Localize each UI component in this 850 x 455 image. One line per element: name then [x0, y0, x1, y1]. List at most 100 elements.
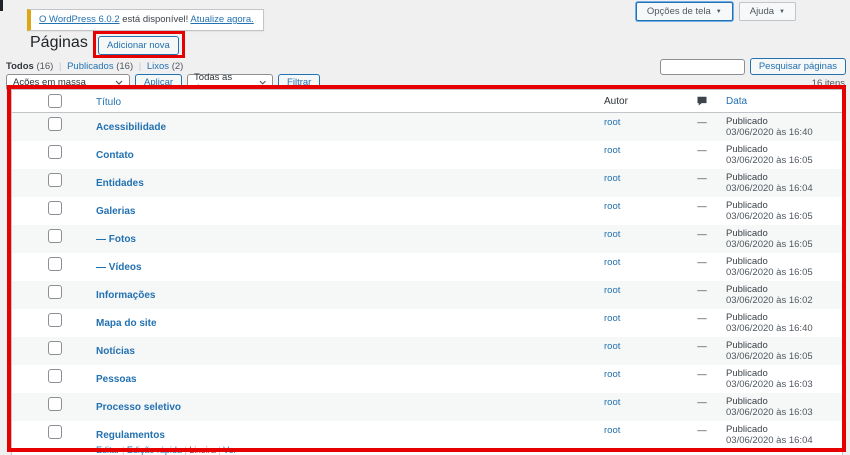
author-link[interactable]: root — [604, 117, 620, 128]
row-date-cell: Publicado03/06/2020 às 16:05 — [723, 141, 833, 169]
row-check-cell — [12, 225, 84, 253]
page-title-link[interactable]: Notícias — [96, 346, 135, 357]
row-title-cell: Notícias — [84, 337, 596, 365]
row-author-cell: root — [596, 253, 681, 281]
no-comments-dash: — — [697, 285, 707, 296]
author-link[interactable]: root — [604, 173, 620, 184]
row-actions-separator: | — [120, 445, 127, 455]
wordpress-pages-screen: O WordPress 6.0.2 está disponível! Atual… — [0, 0, 850, 455]
pages-table-header: Título Autor Data — [12, 90, 842, 113]
table-row: Processo seletivoroot—Publicado03/06/202… — [12, 393, 842, 421]
sort-by-date-link[interactable]: Data — [726, 96, 747, 107]
row-date-cell: Publicado03/06/2020 às 16:03 — [723, 365, 833, 393]
row-check-cell — [12, 337, 84, 365]
author-link[interactable]: root — [604, 145, 620, 156]
publish-date: 03/06/2020 às 16:40 — [726, 127, 813, 138]
row-check-cell — [12, 281, 84, 309]
row-title-cell: Galerias — [84, 197, 596, 225]
page-title-link[interactable]: Contato — [96, 150, 134, 161]
row-date-cell: Publicado03/06/2020 às 16:05 — [723, 337, 833, 365]
row-comments-cell: — — [681, 365, 723, 393]
update-now-link[interactable]: Atualize agora. — [190, 14, 253, 25]
search-pages-input[interactable] — [660, 59, 745, 75]
select-all-checkbox[interactable] — [48, 94, 62, 108]
table-row: Informaçõesroot—Publicado03/06/2020 às 1… — [12, 281, 842, 309]
help-button[interactable]: Ajuda ▼ — [739, 2, 796, 21]
row-comments-cell: — — [681, 197, 723, 225]
author-link[interactable]: root — [604, 425, 620, 436]
view-filter-publicados[interactable]: Publicados (16) — [67, 61, 133, 72]
view-filter-lixos[interactable]: Lixos (2) — [147, 61, 183, 72]
page-title-link[interactable]: Galerias — [96, 206, 135, 217]
row-checkbox[interactable] — [48, 397, 62, 411]
row-title-cell: Acessibilidade — [84, 113, 596, 141]
publish-status: Publicado — [726, 228, 833, 239]
row-checkbox[interactable] — [48, 145, 62, 159]
author-link[interactable]: root — [604, 201, 620, 212]
page-title-link[interactable]: Processo seletivo — [96, 402, 181, 413]
quick-edit-link[interactable]: Edição rápida — [127, 445, 182, 455]
author-link[interactable]: root — [604, 257, 620, 268]
page-title-link[interactable]: Regulamentos — [96, 430, 165, 441]
row-check-cell — [12, 421, 84, 455]
row-checkbox[interactable] — [48, 425, 62, 439]
row-title-cell: — Vídeos — [84, 253, 596, 281]
row-date-cell: Publicado03/06/2020 às 16:05 — [723, 225, 833, 253]
row-checkbox[interactable] — [48, 285, 62, 299]
table-row: — Fotosroot—Publicado03/06/2020 às 16:05 — [12, 225, 842, 253]
page-title-link[interactable]: Informações — [96, 290, 155, 301]
row-author-cell: root — [596, 337, 681, 365]
row-checkbox[interactable] — [48, 229, 62, 243]
row-comments-cell: — — [681, 253, 723, 281]
no-comments-dash: — — [697, 369, 707, 380]
row-checkbox[interactable] — [48, 341, 62, 355]
page-title-link[interactable]: Mapa do site — [96, 318, 157, 329]
view-link[interactable]: Ver — [223, 445, 237, 455]
author-link[interactable]: root — [604, 369, 620, 380]
search-pages-button[interactable]: Pesquisar páginas — [750, 58, 846, 75]
view-filter-todos[interactable]: Todos (16) — [6, 61, 53, 72]
publish-status: Publicado — [726, 116, 833, 127]
row-author-cell: root — [596, 113, 681, 141]
row-checkbox[interactable] — [48, 117, 62, 131]
row-checkbox[interactable] — [48, 369, 62, 383]
author-link[interactable]: root — [604, 341, 620, 352]
row-comments-cell: — — [681, 141, 723, 169]
row-checkbox[interactable] — [48, 173, 62, 187]
trash-link[interactable]: Lixeira — [189, 445, 216, 455]
author-link[interactable]: root — [604, 285, 620, 296]
row-checkbox[interactable] — [48, 257, 62, 271]
sort-by-title-link[interactable]: Título — [96, 97, 121, 108]
pages-table-body: Acessibilidaderoot—Publicado03/06/2020 à… — [12, 113, 842, 455]
publish-status: Publicado — [726, 284, 833, 295]
page-title-link[interactable]: Acessibilidade — [96, 122, 166, 133]
row-checkbox[interactable] — [48, 313, 62, 327]
author-link[interactable]: root — [604, 397, 620, 408]
row-author-cell: root — [596, 281, 681, 309]
publish-status: Publicado — [726, 340, 833, 351]
page-title-link[interactable]: Entidades — [96, 178, 144, 189]
edit-link[interactable]: Editar — [96, 445, 120, 455]
wordpress-version-link[interactable]: O WordPress 6.0.2 — [39, 14, 120, 25]
header-date-cell: Data — [723, 96, 833, 107]
page-title-link[interactable]: Pessoas — [96, 374, 137, 385]
screen-meta-toggles: Opções de tela ▼ Ajuda ▼ — [636, 2, 796, 21]
author-link[interactable]: root — [604, 313, 620, 324]
row-author-cell: root — [596, 393, 681, 421]
table-row: Acessibilidaderoot—Publicado03/06/2020 à… — [12, 113, 842, 141]
author-link[interactable]: root — [604, 229, 620, 240]
chevron-down-icon: ▼ — [779, 9, 785, 15]
row-comments-cell: — — [681, 393, 723, 421]
row-check-cell — [12, 393, 84, 421]
row-checkbox[interactable] — [48, 201, 62, 215]
screen-options-button[interactable]: Opções de tela ▼ — [636, 2, 733, 21]
publish-date: 03/06/2020 às 16:05 — [726, 267, 813, 278]
row-author-cell: root — [596, 365, 681, 393]
row-date-cell: Publicado03/06/2020 às 16:04 — [723, 169, 833, 197]
page-title-link[interactable]: — Fotos — [96, 234, 136, 245]
item-count: 16 itens — [812, 78, 845, 89]
no-comments-dash: — — [697, 425, 707, 436]
add-new-page-button[interactable]: Adicionar nova — [98, 36, 179, 55]
row-title-cell: Mapa do site — [84, 309, 596, 337]
page-title-link[interactable]: — Vídeos — [96, 262, 142, 273]
